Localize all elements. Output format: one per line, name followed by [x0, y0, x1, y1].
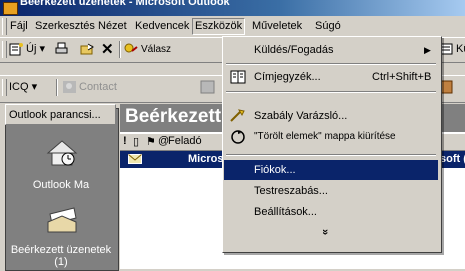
menu-separator	[226, 154, 436, 156]
menu-favorites[interactable]: Kedvencek	[135, 20, 189, 32]
options-label: Beállítások...	[254, 206, 317, 218]
rules-wizard-label: Szabály Varázsló...	[254, 110, 348, 122]
menu-actions[interactable]: Műveletek	[252, 20, 302, 32]
row-sender: Micros	[188, 153, 224, 165]
outlook-today-icon[interactable]	[44, 137, 80, 169]
unread-envelope-icon	[128, 154, 142, 164]
expand-chevron-icon: »	[319, 228, 332, 236]
tools-menu-empty-deleted[interactable]: "Törölt elemek" mappa kiürítése	[224, 127, 438, 147]
window-title: Beérkezett üzenetek - Microsoft Outlook	[20, 0, 230, 8]
address-book-label: Címjegyzék...	[254, 71, 321, 83]
move-to-folder-button[interactable]	[80, 41, 97, 58]
print-button[interactable]	[54, 41, 71, 58]
outlook-shortcuts-header[interactable]: Outlook parancsi...	[5, 104, 116, 125]
tools-menu-options[interactable]: Beállítások...	[224, 202, 438, 222]
new-button-label: Új	[26, 43, 37, 55]
shortcut-outlook-today[interactable]: Outlook Ma	[5, 179, 117, 191]
row-sender-right-partial: soft (	[440, 153, 465, 165]
tools-menu-customize[interactable]: Testreszabás...	[224, 181, 438, 201]
send-receive-label: Küldés/Fogadás	[254, 44, 334, 56]
flag-column-icon[interactable]: ⚑	[146, 135, 156, 148]
menu-edit[interactable]: Szerkesztés	[35, 20, 95, 32]
column-sender[interactable]: Feladó	[168, 135, 202, 147]
move-folder-icon	[80, 43, 94, 55]
empty-deleted-label: "Törölt elemek" mappa kiürítése	[254, 131, 396, 142]
toolbar2-separator	[56, 79, 58, 96]
menu-view[interactable]: Nézet	[98, 20, 127, 32]
address-book-icon	[230, 70, 246, 84]
inbox-icon[interactable]	[44, 204, 80, 236]
reply-icon	[124, 43, 138, 53]
customize-label: Testreszabás...	[254, 185, 328, 197]
reply-button-label: Válasz	[141, 44, 172, 55]
folder-list-icon	[200, 80, 215, 94]
shortcut-inbox[interactable]: Beérkezett üzenetek (1)	[5, 244, 117, 268]
title-bar: Beérkezett üzenetek - Microsoft Outlook	[0, 0, 465, 16]
tools-menu-address-book[interactable]: Címjegyzék... Ctrl+Shift+B	[224, 67, 438, 87]
tools-menu-send-receive[interactable]: Küldés/Fogadás ▶	[224, 40, 438, 60]
contact-icon	[63, 81, 76, 94]
contact-label: Contact	[79, 81, 117, 93]
new-mail-icon	[9, 43, 23, 56]
menu-bar: Fájl Szerkesztés Nézet Kedvencek Eszközö…	[0, 17, 465, 36]
address-book-shortcut: Ctrl+Shift+B	[372, 71, 432, 83]
contact-button[interactable]: Contact	[62, 79, 117, 96]
toolbar2-grip[interactable]	[2, 79, 7, 96]
icq-button[interactable]: ICQ ▾	[9, 79, 37, 96]
printer-icon	[55, 42, 68, 54]
send-receive-partial-label: Kü	[456, 43, 465, 55]
recycle-icon	[231, 130, 245, 144]
menu-separator	[226, 91, 436, 93]
tools-menu: Küldés/Fogadás ▶ Címjegyzék... Ctrl+Shif…	[222, 36, 442, 253]
accounts-label: Fiókok...	[254, 164, 296, 176]
reply-button[interactable]: Válasz	[124, 41, 171, 58]
menu-separator	[226, 63, 436, 65]
outlook-app-icon	[3, 2, 18, 15]
delete-x-icon: ✕	[101, 41, 114, 58]
new-button[interactable]: Új ▾	[9, 41, 45, 58]
menubar-grip[interactable]	[2, 18, 7, 35]
new-dropdown-icon[interactable]: ▾	[39, 43, 45, 55]
tools-menu-rules-wizard[interactable]: Szabály Varázsló...	[224, 106, 438, 126]
importance-column-icon[interactable]: !	[123, 135, 127, 147]
toolbar-grip[interactable]	[2, 41, 7, 58]
toolbar-separator	[119, 41, 121, 58]
folder-title: Beérkezett	[125, 106, 222, 127]
tools-menu-expand[interactable]: »	[224, 222, 438, 242]
menu-file[interactable]: Fájl	[10, 20, 28, 32]
delete-button[interactable]: ✕	[101, 41, 114, 58]
folder-list-button[interactable]	[200, 79, 217, 96]
icq-dropdown-icon[interactable]: ▾	[32, 81, 38, 93]
submenu-arrow-icon: ▶	[424, 45, 431, 55]
send-receive-button[interactable]: Kü	[439, 41, 465, 58]
item-type-column-icon[interactable]: ▯	[133, 135, 139, 148]
rules-wizard-icon	[230, 109, 245, 122]
menu-tools[interactable]: Eszközök	[192, 18, 246, 35]
tools-menu-accounts[interactable]: Fiókok...	[224, 160, 438, 180]
icq-label: ICQ	[9, 81, 29, 93]
menu-help[interactable]: Súgó	[315, 20, 341, 32]
